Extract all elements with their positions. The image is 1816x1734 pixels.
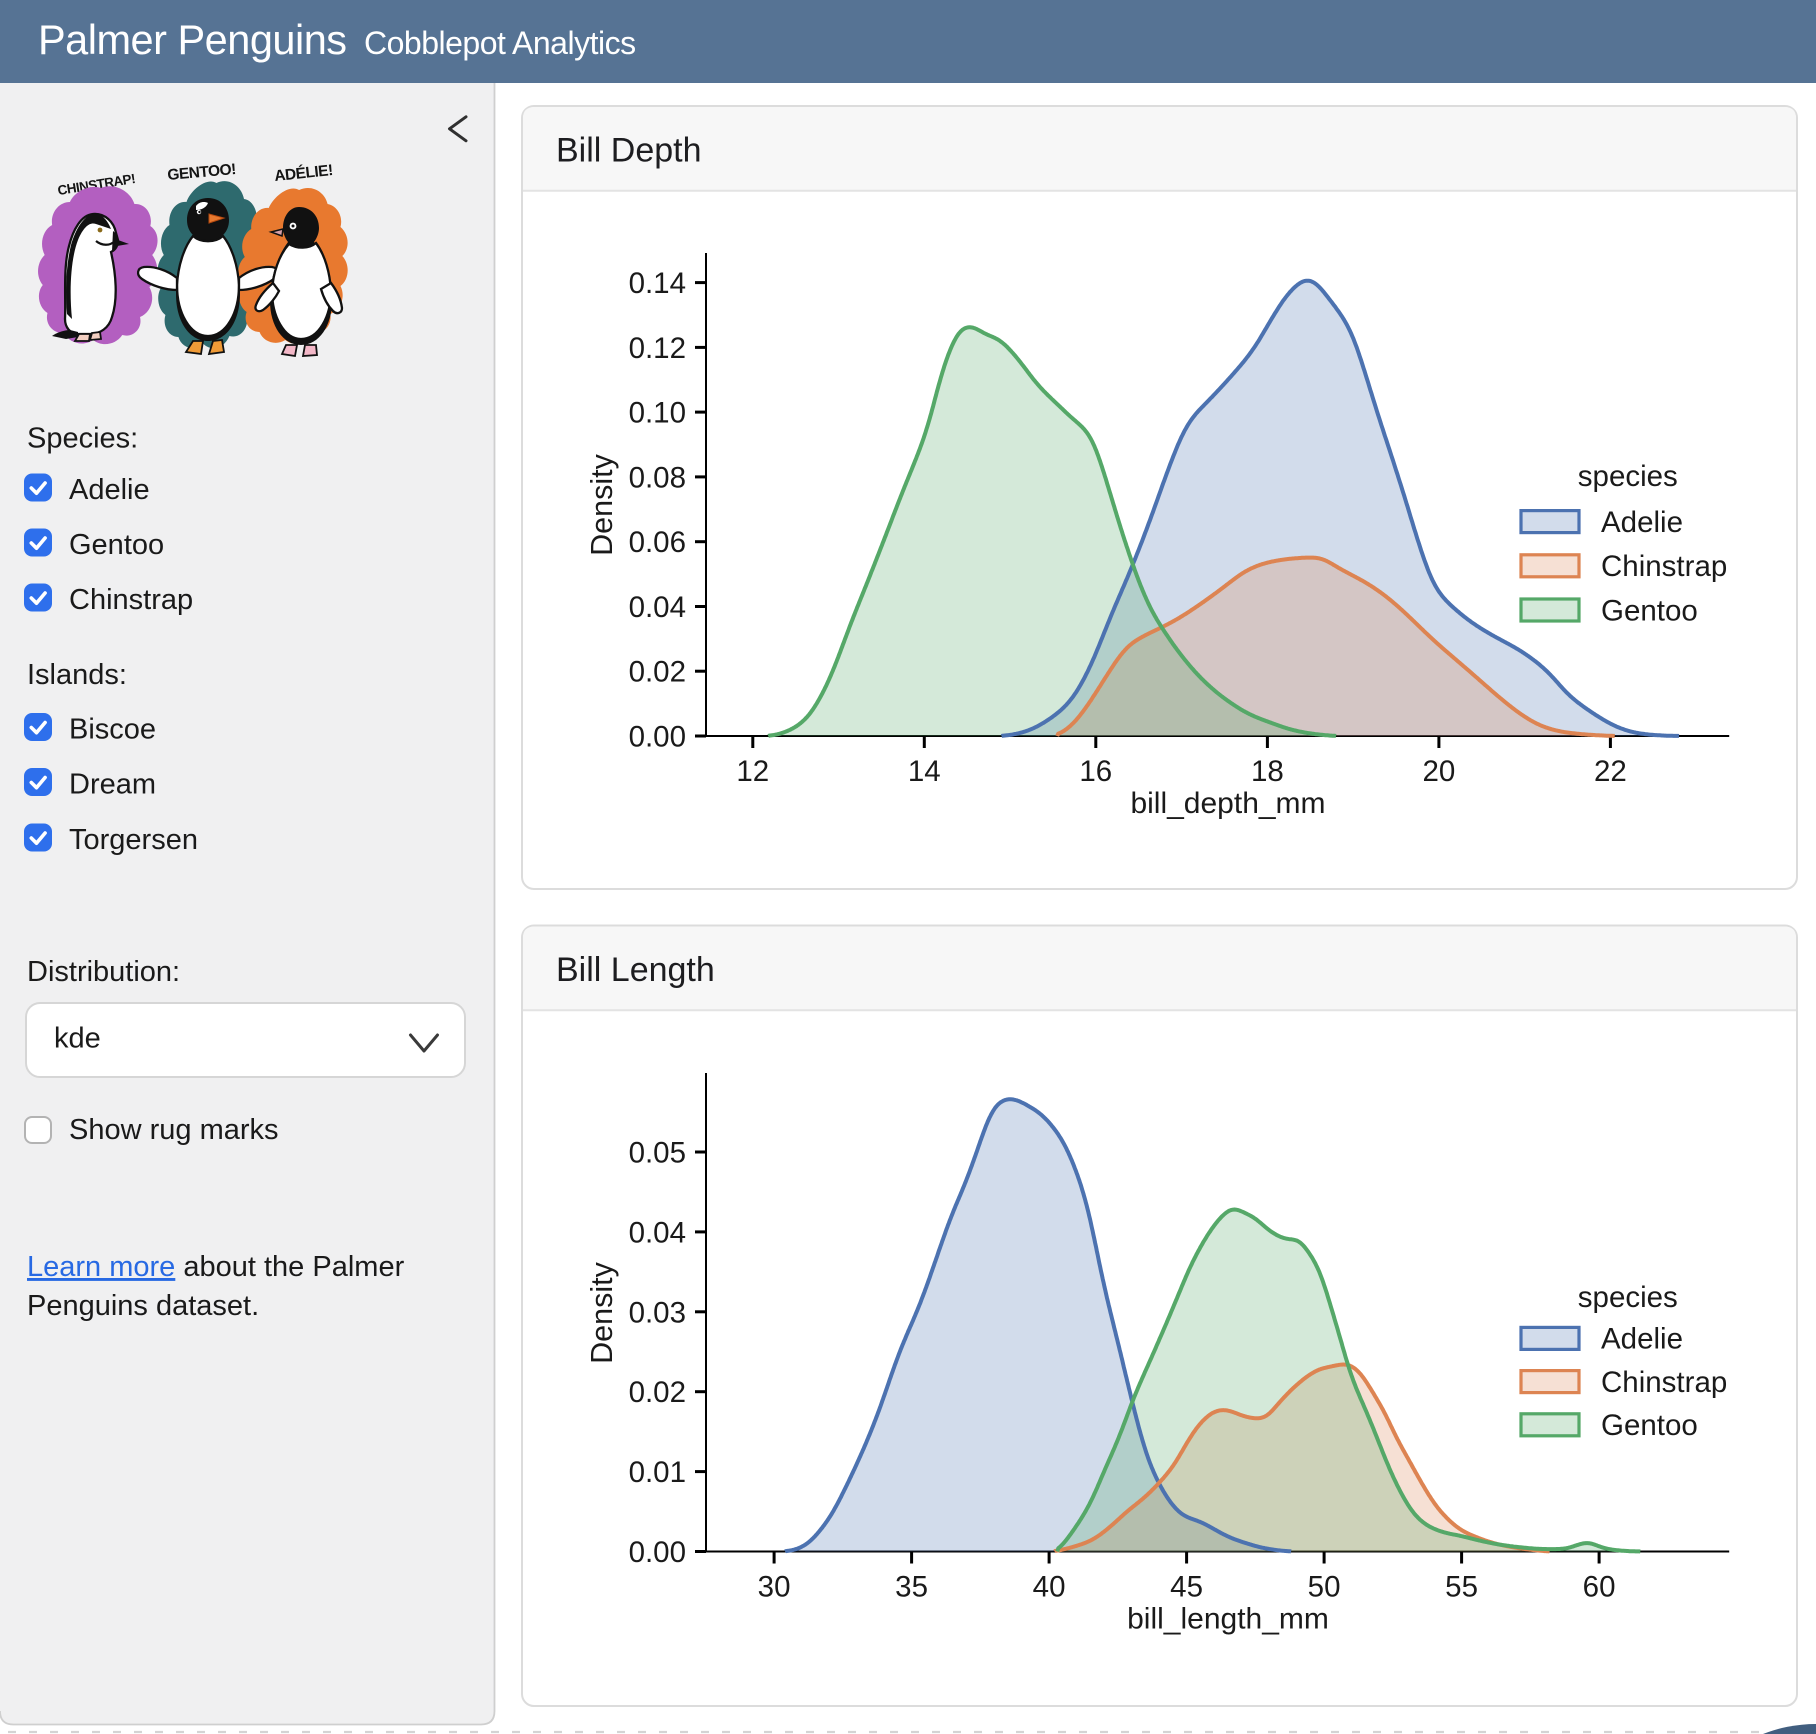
svg-text:0.00: 0.00 bbox=[629, 721, 686, 754]
svg-text:Density: Density bbox=[585, 453, 619, 555]
svg-text:40: 40 bbox=[1033, 1571, 1066, 1604]
svg-text:Bill Depth: Bill Depth bbox=[556, 132, 702, 170]
svg-text:Cobblepot Analytics: Cobblepot Analytics bbox=[364, 25, 636, 61]
svg-text:Penguins dataset.: Penguins dataset. bbox=[27, 1290, 259, 1322]
svg-text:Biscoe: Biscoe bbox=[69, 714, 156, 746]
svg-text:Adelie: Adelie bbox=[69, 474, 150, 506]
svg-text:Dream: Dream bbox=[69, 769, 156, 801]
svg-text:Torgersen: Torgersen bbox=[69, 824, 198, 856]
svg-text:Islands:: Islands: bbox=[27, 659, 127, 691]
svg-text:55: 55 bbox=[1445, 1571, 1478, 1604]
svg-text:0.04: 0.04 bbox=[629, 591, 686, 624]
svg-text:20: 20 bbox=[1422, 755, 1455, 788]
svg-text:Gentoo: Gentoo bbox=[69, 529, 164, 561]
svg-text:Bill Length: Bill Length bbox=[556, 951, 715, 989]
svg-text:Density: Density bbox=[585, 1261, 619, 1363]
svg-text:35: 35 bbox=[895, 1571, 928, 1604]
svg-text:16: 16 bbox=[1079, 755, 1112, 788]
svg-text:Species:: Species: bbox=[27, 423, 138, 455]
svg-text:Adelie: Adelie bbox=[1601, 506, 1683, 539]
svg-text:0.01: 0.01 bbox=[629, 1456, 686, 1489]
svg-text:22: 22 bbox=[1594, 755, 1627, 788]
svg-text:Palmer Penguins: Palmer Penguins bbox=[38, 16, 347, 63]
svg-text:0.02: 0.02 bbox=[629, 1376, 686, 1409]
svg-text:60: 60 bbox=[1583, 1571, 1616, 1604]
svg-text:0.05: 0.05 bbox=[629, 1137, 686, 1170]
svg-text:kde: kde bbox=[54, 1023, 101, 1055]
svg-text:Show rug marks: Show rug marks bbox=[69, 1114, 279, 1146]
svg-text:45: 45 bbox=[1170, 1571, 1203, 1604]
svg-text:14: 14 bbox=[908, 755, 941, 788]
svg-text:Chinstrap: Chinstrap bbox=[69, 584, 193, 616]
svg-text:0.12: 0.12 bbox=[629, 332, 686, 365]
svg-text:species: species bbox=[1578, 460, 1678, 493]
svg-text:0.00: 0.00 bbox=[629, 1536, 686, 1569]
svg-text:50: 50 bbox=[1308, 1571, 1341, 1604]
svg-text:Gentoo: Gentoo bbox=[1601, 1409, 1698, 1442]
svg-text:Learn more about the Palmer: Learn more about the Palmer bbox=[27, 1251, 405, 1283]
svg-text:30: 30 bbox=[758, 1571, 791, 1604]
svg-text:0.08: 0.08 bbox=[629, 461, 686, 494]
svg-text:Adelie: Adelie bbox=[1601, 1323, 1683, 1356]
svg-text:0.14: 0.14 bbox=[629, 267, 686, 300]
svg-text:0.06: 0.06 bbox=[629, 526, 686, 559]
svg-text:18: 18 bbox=[1251, 755, 1284, 788]
svg-text:Chinstrap: Chinstrap bbox=[1601, 550, 1727, 583]
svg-text:Gentoo: Gentoo bbox=[1601, 594, 1698, 627]
svg-text:bill_length_mm: bill_length_mm bbox=[1127, 1603, 1329, 1636]
svg-text:Distribution:: Distribution: bbox=[27, 956, 180, 988]
svg-text:0.03: 0.03 bbox=[629, 1296, 686, 1329]
svg-text:0.04: 0.04 bbox=[629, 1216, 686, 1249]
svg-text:species: species bbox=[1578, 1281, 1678, 1314]
svg-text:Chinstrap: Chinstrap bbox=[1601, 1366, 1727, 1399]
svg-text:0.10: 0.10 bbox=[629, 397, 686, 430]
svg-text:12: 12 bbox=[736, 755, 769, 788]
svg-text:0.02: 0.02 bbox=[629, 656, 686, 689]
svg-text:bill_depth_mm: bill_depth_mm bbox=[1130, 787, 1325, 820]
